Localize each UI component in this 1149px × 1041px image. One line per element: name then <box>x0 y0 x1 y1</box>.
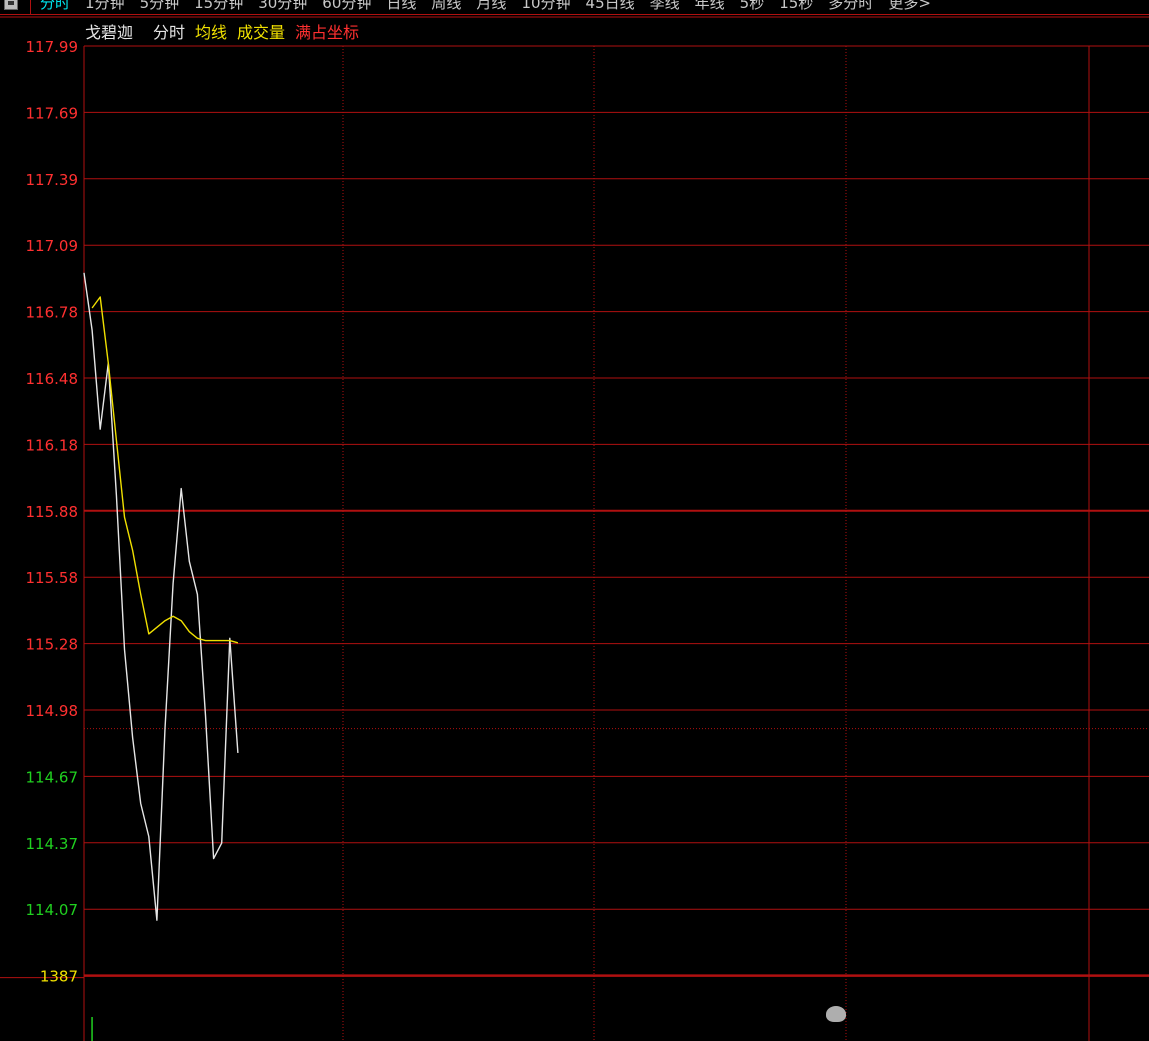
legend-item: 均线 <box>195 23 227 42</box>
y-tick-label: 114.67 <box>26 768 79 786</box>
y-tick-label: 117.09 <box>26 237 79 255</box>
y-tick-label: 116.48 <box>26 370 79 388</box>
y-tick-label: 115.58 <box>26 569 79 587</box>
stock-name: 戈碧迦 <box>85 23 133 42</box>
y-tick-label: 115.28 <box>26 636 79 654</box>
y-tick-label: 117.99 <box>26 38 79 56</box>
y-tick-label: 114.37 <box>26 835 79 853</box>
volume-tick-label: 1387 <box>40 968 78 986</box>
intraday-chart: 117.99 117.69 117.39 117.09 116.78 116.48 116.… <box>0 16 1149 1041</box>
legend-item: 满占坐标 <box>295 23 359 42</box>
average-line <box>91 296 239 644</box>
chart-legend: 戈碧迦 分时 均线 成交量 满占坐标 <box>85 23 359 42</box>
y-tick-label: 114.98 <box>26 702 79 720</box>
y-tick-label: 114.07 <box>26 901 79 919</box>
price-axis: 117.99 117.69 117.39 117.09 116.78 116.48 116.… <box>26 38 79 986</box>
y-tick-label: 116.18 <box>26 436 79 454</box>
y-tick-label: 116.78 <box>26 304 79 322</box>
chart-grid <box>0 16 1149 1041</box>
legend-item: 分时 <box>153 23 185 42</box>
y-tick-label: 115.88 <box>26 503 79 521</box>
y-tick-label: 117.39 <box>26 171 79 189</box>
watermark-icon <box>826 1006 846 1022</box>
price-line <box>83 272 239 921</box>
legend-item: 成交量 <box>237 23 285 42</box>
chart-series <box>83 272 239 921</box>
y-tick-label: 117.69 <box>26 104 79 122</box>
